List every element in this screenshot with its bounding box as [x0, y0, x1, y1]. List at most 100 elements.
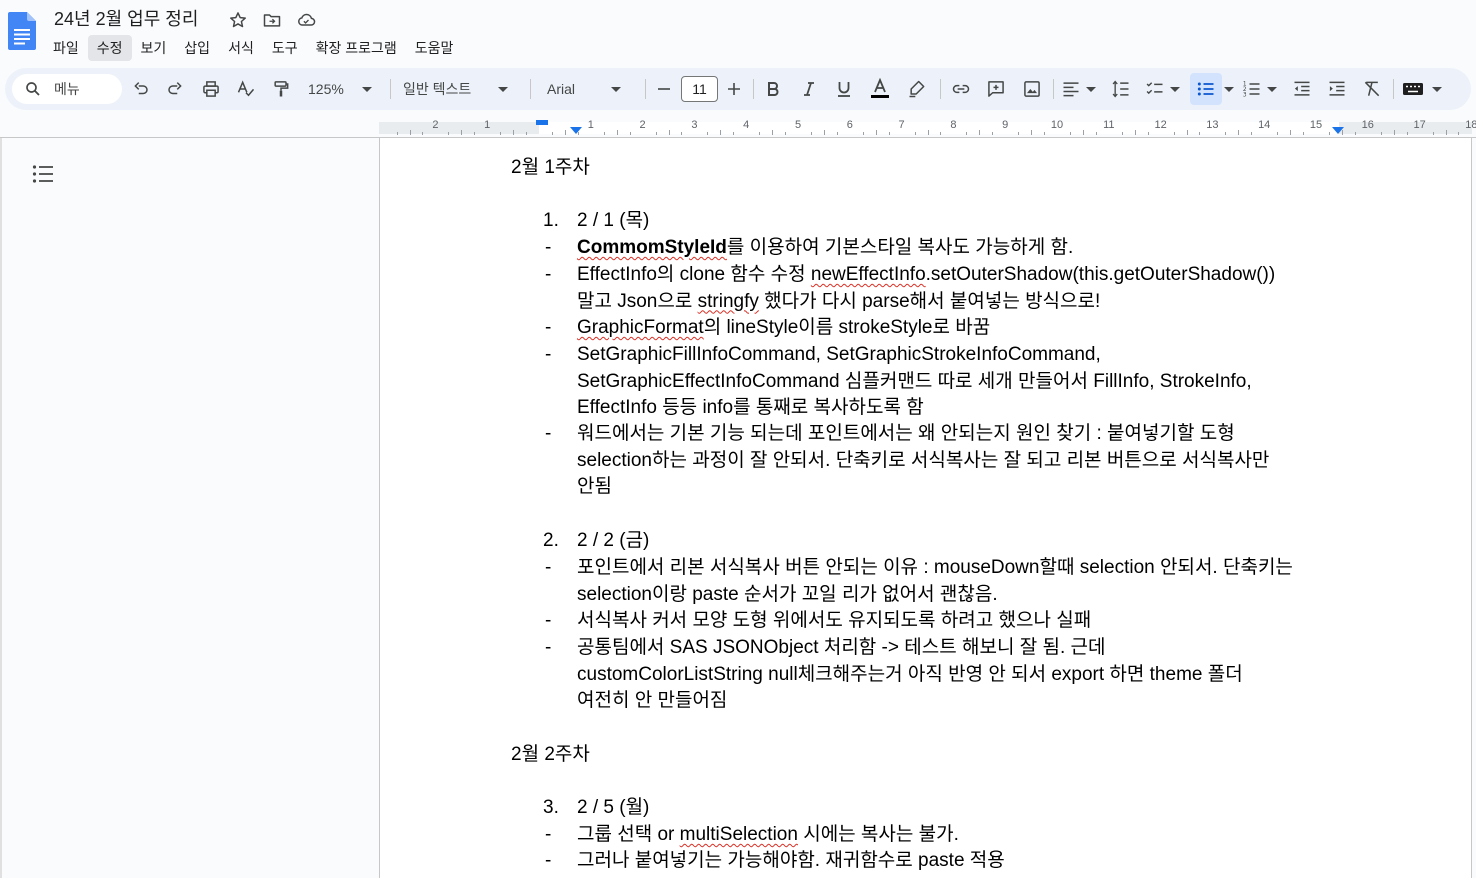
right-indent-marker[interactable]	[1332, 127, 1344, 134]
ruler-number: 15	[1309, 119, 1323, 131]
paragraph-style-dropdown[interactable]: 일반 텍스트	[397, 77, 517, 101]
bulleted-list-options[interactable]	[1223, 77, 1235, 101]
bullet-dash: -	[545, 237, 552, 258]
font-dropdown[interactable]: Arial	[540, 77, 637, 101]
increase-font-size-icon[interactable]	[725, 77, 743, 101]
highlight-color-icon[interactable]	[905, 77, 929, 101]
paint-format-icon[interactable]	[270, 77, 292, 101]
ruler-number: 4	[743, 119, 750, 131]
menu-help[interactable]: 도움말	[406, 35, 463, 61]
outline-panel	[0, 138, 379, 878]
ruler-tick	[785, 132, 787, 135]
ruler-tick	[1225, 132, 1227, 135]
cloud-saved-icon[interactable]	[294, 9, 318, 31]
star-icon[interactable]	[226, 9, 250, 31]
heading-week1[interactable]: 2월 1주차	[511, 155, 590, 181]
ruler-number: 14	[1258, 119, 1271, 131]
font-size-input[interactable]: 11	[681, 76, 718, 102]
menu-view[interactable]: 보기	[132, 35, 176, 61]
undo-icon[interactable]	[131, 77, 151, 101]
menu-extensions[interactable]: 확장 프로그램	[307, 35, 406, 61]
chevron-down-icon	[1224, 86, 1234, 92]
input-tools-dropdown[interactable]	[1402, 77, 1446, 101]
menu-bar: 파일 수정 보기 삽입 서식 도구 확장 프로그램 도움말	[44, 35, 462, 61]
ruler-tick	[1121, 132, 1123, 135]
spellcheck-word[interactable]: GraphicFormat	[577, 317, 704, 338]
numbered-list-icon: 123	[1243, 82, 1260, 99]
ruler-number: 1	[587, 119, 594, 131]
decrease-font-size-icon[interactable]	[655, 77, 673, 101]
left-indent-marker[interactable]	[570, 127, 582, 134]
title-icons	[226, 9, 318, 31]
insert-link-icon[interactable]	[949, 77, 973, 101]
ruler-tick	[966, 132, 968, 135]
font-value: Arial	[547, 81, 576, 97]
line-spacing-icon[interactable]	[1109, 77, 1133, 101]
spellcheck-word[interactable]: CommomStyleId	[577, 237, 727, 258]
document-page[interactable]: 2월 1주차 1. 2 / 1 (목) - CommomStyleId를 이용하…	[379, 138, 1472, 878]
toolbar-divider	[1053, 79, 1054, 99]
spellcheck-icon[interactable]	[235, 77, 257, 101]
add-comment-icon[interactable]	[984, 77, 1008, 101]
numbered-list-dropdown[interactable]: 123	[1242, 77, 1282, 101]
ruler-tick	[655, 132, 657, 135]
ruler-number: 12	[1154, 119, 1167, 131]
menu-insert[interactable]: 삽입	[175, 35, 219, 61]
text-color-icon[interactable]	[868, 77, 892, 101]
ruler-tick	[862, 132, 864, 135]
docs-logo-icon[interactable]	[8, 12, 36, 50]
menu-file[interactable]: 파일	[44, 35, 88, 61]
chevron-down-icon	[1267, 86, 1277, 92]
ruler-number: 16	[1361, 119, 1374, 131]
increase-indent-icon[interactable]	[1325, 77, 1349, 101]
bulleted-list-button[interactable]	[1190, 73, 1222, 105]
search-icon	[26, 82, 40, 96]
insert-image-icon[interactable]	[1020, 77, 1044, 101]
decrease-indent-icon[interactable]	[1290, 77, 1314, 101]
heading-week2[interactable]: 2월 2주차	[511, 742, 590, 768]
ruler-margin-right	[1339, 122, 1472, 134]
underline-icon[interactable]	[833, 77, 855, 101]
search-menus-box[interactable]: 메뉴	[12, 74, 122, 104]
ruler-number: 6	[846, 119, 853, 131]
italic-icon[interactable]	[798, 77, 820, 101]
bullet-text: .setOuterShadow(this.getOuterShadow())	[925, 264, 1276, 285]
spellcheck-word[interactable]: multiSelection	[680, 824, 798, 845]
bullet-text: 여전히 안 만들어짐	[577, 690, 728, 712]
ruler-tick	[668, 130, 670, 135]
clear-formatting-icon[interactable]	[1360, 77, 1384, 101]
bulleted-list-icon	[1197, 82, 1214, 96]
ruler-tick	[448, 132, 450, 135]
title-bar: 24년 2월 업무 정리 파일 수정 보기 삽입 서식 도구 확장 프로그램 도움말	[0, 0, 1476, 64]
ruler-number: 13	[1206, 119, 1219, 131]
zoom-dropdown[interactable]: 125%	[305, 77, 381, 101]
toolbar-divider	[1393, 79, 1394, 99]
document-outline-icon[interactable]	[32, 164, 54, 184]
ruler-number: 10	[1050, 119, 1064, 131]
move-folder-icon[interactable]	[260, 9, 284, 31]
toolbar-divider	[940, 79, 941, 99]
ruler-tick	[1173, 132, 1175, 135]
checklist-dropdown[interactable]	[1145, 77, 1185, 101]
menu-edit[interactable]: 수정	[87, 35, 132, 61]
align-dropdown[interactable]	[1061, 77, 1099, 101]
bullet-text: 말고 Json으로	[577, 290, 698, 312]
ruler-tick	[875, 130, 877, 135]
menu-tools[interactable]: 도구	[263, 35, 307, 61]
ruler-number: 8	[950, 119, 957, 131]
print-icon[interactable]	[200, 77, 222, 101]
list-number: 1.	[543, 210, 559, 231]
spellcheck-word[interactable]: newEffectInfo	[811, 264, 926, 285]
ruler-tick	[1251, 132, 1253, 135]
ruler-tick	[940, 132, 942, 135]
menu-format[interactable]: 서식	[219, 35, 263, 61]
document-title[interactable]: 24년 2월 업무 정리	[52, 6, 200, 32]
spellcheck-word[interactable]: stringfy	[698, 291, 759, 312]
redo-icon[interactable]	[165, 77, 185, 101]
ruler-tick	[707, 132, 709, 135]
bold-icon[interactable]	[762, 77, 784, 101]
ruler-tick	[396, 132, 398, 135]
ruler-tick	[733, 132, 735, 135]
first-line-indent-marker[interactable]	[536, 120, 548, 125]
align-left-icon	[1063, 82, 1079, 97]
